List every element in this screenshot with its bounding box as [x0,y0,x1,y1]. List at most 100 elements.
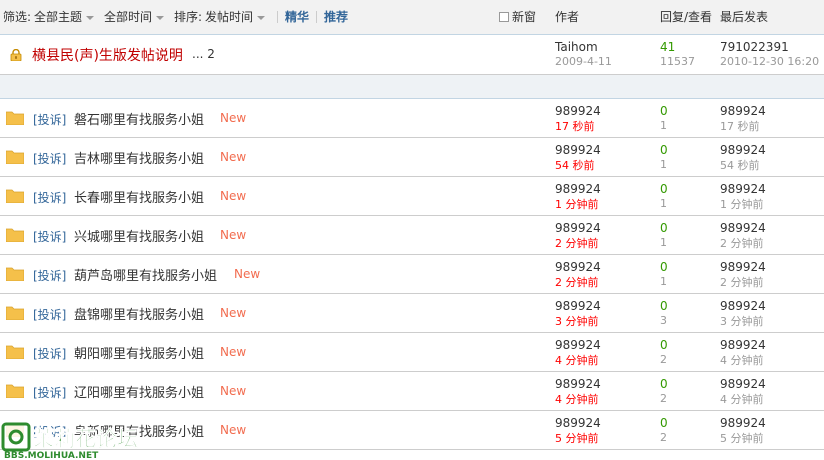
thread-post-time: 1 分钟前 [555,198,599,211]
thread-view-count: 1 [660,119,667,132]
thread-title[interactable]: 辽阳哪里有找服务小姐 [74,382,204,401]
thread-last-post-time[interactable]: 5 分钟前 [720,430,764,446]
thread-last-poster[interactable]: 989924 [720,338,766,352]
thread-reply-count: 0 [660,143,668,157]
thread-row: [投诉] 葫芦岛哪里有找服务小姐 New 989924 2 分钟前 0 1 98… [0,255,824,294]
header-divider [277,11,278,23]
thread-last-poster[interactable]: 989924 [720,299,766,313]
thread-title[interactable]: 长春哪里有找服务小姐 [74,187,204,206]
new-badge: New [220,111,247,125]
section-separator [0,75,824,99]
thread-last-post-time[interactable]: 54 秒前 [720,157,760,173]
new-badge: New [220,384,247,398]
thread-post-time: 5 分钟前 [555,432,599,445]
thread-author[interactable]: 989924 [555,260,601,274]
thread-last-post-time[interactable]: 1 分钟前 [720,196,764,212]
thread-author[interactable]: 989924 [555,104,601,118]
thread-view-count: 1 [660,236,667,249]
thread-type-tag[interactable]: [投诉] [33,345,66,362]
thread-author[interactable]: 989924 [555,377,601,391]
thread-title[interactable]: 葫芦岛哪里有找服务小姐 [74,265,217,284]
thread-post-time: 2 分钟前 [555,237,599,250]
thread-type-tag[interactable]: [投诉] [33,267,66,284]
recommend-filter-link[interactable]: 推荐 [324,10,348,24]
thread-row: [投诉] 长春哪里有找服务小姐 New 989924 1 分钟前 0 1 989… [0,177,824,216]
thread-reply-count: 0 [660,104,668,118]
sticky-reply-count: 41 [660,40,676,54]
thread-view-count: 1 [660,197,667,210]
new-window-checkbox[interactable] [499,12,509,22]
thread-view-count: 1 [660,158,667,171]
thread-last-poster[interactable]: 989924 [720,377,766,391]
thread-last-post-time[interactable]: 17 秒前 [720,118,760,134]
new-badge: New [220,345,247,359]
replies-column-header: 回复/查看 [660,10,713,24]
site-watermark-logo: 茉莉花论坛 BBS.MOLIHUA.NET [1,422,138,460]
folder-icon [6,306,24,320]
folder-icon [6,228,24,242]
thread-row: [投诉] 辽阳哪里有找服务小姐 New 989924 4 分钟前 0 2 989… [0,372,824,411]
thread-type-tag[interactable]: [投诉] [33,150,66,167]
thread-author[interactable]: 989924 [555,416,601,430]
thread-type-tag[interactable]: [投诉] [33,228,66,245]
thread-last-poster[interactable]: 989924 [720,416,766,430]
thread-reply-count: 0 [660,182,668,196]
thread-reply-count: 0 [660,299,668,313]
thread-view-count: 3 [660,314,667,327]
filter-dropdown[interactable]: 全部主题 [34,10,94,24]
sticky-author[interactable]: Taihom [555,40,598,54]
new-badge: New [220,150,247,164]
thread-author[interactable]: 989924 [555,143,601,157]
thread-post-time: 4 分钟前 [555,354,599,367]
thread-type-tag[interactable]: [投诉] [33,111,66,128]
sticky-last-poster[interactable]: 791022391 [720,40,789,54]
thread-last-poster[interactable]: 989924 [720,182,766,196]
sticky-thread-pages[interactable]: ... 2 [192,47,215,61]
thread-author[interactable]: 989924 [555,221,601,235]
thread-title[interactable]: 吉林哪里有找服务小姐 [74,148,204,167]
thread-row: [投诉] 朝阳哪里有找服务小姐 New 989924 4 分钟前 0 2 989… [0,333,824,372]
time-dropdown[interactable]: 全部时间 [104,10,164,24]
thread-reply-count: 0 [660,338,668,352]
thread-last-poster[interactable]: 989924 [720,143,766,157]
sort-dropdown[interactable]: 发帖时间 [205,10,265,24]
filter-label: 筛选: [3,10,32,24]
thread-row: [投诉] 吉林哪里有找服务小姐 New 989924 54 秒前 0 1 989… [0,138,824,177]
last-post-column-header: 最后发表 [720,10,769,24]
new-window-label[interactable]: 新窗 [512,10,536,24]
thread-author[interactable]: 989924 [555,299,601,313]
thread-title[interactable]: 磐石哪里有找服务小姐 [74,109,204,128]
sticky-thread-title[interactable]: 横县民(声)生版发帖说明 [32,45,183,65]
thread-title[interactable]: 兴城哪里有找服务小姐 [74,226,204,245]
thread-post-time: 3 分钟前 [555,315,599,328]
thread-last-post-time[interactable]: 2 分钟前 [720,235,764,251]
watermark-url: BBS.MOLIHUA.NET [4,451,99,460]
thread-last-poster[interactable]: 989924 [720,221,766,235]
thread-last-poster[interactable]: 989924 [720,104,766,118]
author-column-header: 作者 [555,10,580,24]
new-badge: New [220,306,247,320]
thread-type-tag[interactable]: [投诉] [33,189,66,206]
thread-last-post-time[interactable]: 2 分钟前 [720,274,764,290]
thread-last-post-time[interactable]: 4 分钟前 [720,352,764,368]
folder-icon [6,267,24,281]
sticky-last-post-time[interactable]: 2010-12-30 16:20 [720,55,819,68]
thread-last-post-time[interactable]: 4 分钟前 [720,391,764,407]
thread-post-time: 4 分钟前 [555,393,599,406]
header-divider [316,11,317,23]
thread-type-tag[interactable]: [投诉] [33,306,66,323]
thread-type-tag[interactable]: [投诉] [33,384,66,401]
sticky-post-date: 2009-4-11 [555,55,612,68]
thread-view-count: 1 [660,275,667,288]
thread-last-poster[interactable]: 989924 [720,260,766,274]
thread-last-post-time[interactable]: 3 分钟前 [720,313,764,329]
digest-filter-link[interactable]: 精华 [285,10,309,24]
thread-title[interactable]: 朝阳哪里有找服务小姐 [74,343,204,362]
thread-author[interactable]: 989924 [555,338,601,352]
folder-icon [6,345,24,359]
thread-view-count: 2 [660,392,667,405]
thread-author[interactable]: 989924 [555,182,601,196]
thread-title[interactable]: 盘锦哪里有找服务小姐 [74,304,204,323]
folder-icon [6,150,24,164]
thread-post-time: 2 分钟前 [555,276,599,289]
